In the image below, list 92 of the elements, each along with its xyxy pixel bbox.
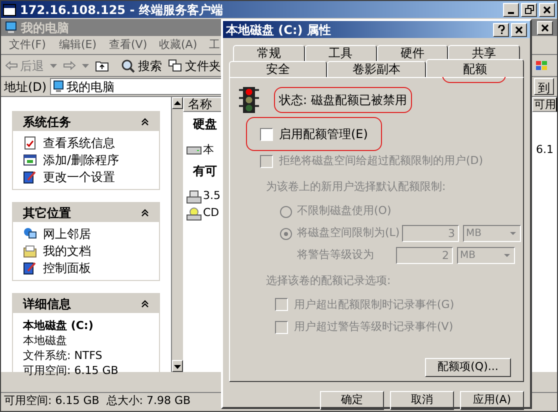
forward-arrow-icon [63, 61, 76, 70]
collapse-chevron-icon [141, 300, 149, 308]
computer-network-icon [23, 227, 37, 241]
task-link[interactable]: 更改一个设置 [23, 170, 149, 184]
task-link[interactable]: 控制面板 [23, 261, 149, 275]
drive-name[interactable]: CD [203, 205, 220, 222]
tab[interactable]: 硬件 [376, 45, 448, 61]
folders-icon [168, 59, 182, 72]
panel-header[interactable]: 详细信息 [13, 294, 159, 313]
drive-name[interactable]: 3.5 [203, 188, 220, 205]
details-type: 本地磁盘 [23, 333, 68, 348]
task-link[interactable]: 添加/删除程序 [23, 153, 149, 167]
column-header[interactable]: 可用 [532, 97, 557, 112]
details-line: 可用空间: 6.15 GB [23, 363, 120, 378]
free-space: 6.1 [536, 142, 554, 158]
task-link[interactable]: 我的文档 [23, 244, 149, 258]
window-title: 我的电脑 [21, 20, 69, 36]
restore-icon [524, 5, 534, 14]
go-button[interactable]: 到 [534, 78, 554, 95]
close-button[interactable] [511, 22, 527, 36]
dialog-button[interactable]: 取消 [390, 391, 454, 410]
scroll-down-button[interactable] [172, 360, 183, 372]
cd-drive-icon [186, 206, 202, 220]
tab[interactable]: 配额 [426, 59, 524, 77]
section-label: 为该卷上的新用户选择默认配额限制: [266, 178, 447, 194]
back-arrow-icon [5, 61, 18, 70]
folders-button[interactable]: 文件夹 [168, 56, 221, 74]
quota-status: 状态: 磁盘配额已被禁用 [279, 92, 407, 107]
details-line: 文件系统: NTFS [23, 348, 104, 363]
details-name: 本地磁盘 (C:) [23, 318, 94, 333]
close-button[interactable] [537, 20, 553, 34]
windows-logo-icon [535, 60, 549, 72]
radio-button[interactable] [280, 206, 292, 218]
address-label: 地址(D) [4, 78, 47, 96]
close-icon [515, 26, 523, 34]
group-heading: 有可 [193, 164, 217, 178]
menu-item[interactable]: 查看(V) [109, 38, 148, 51]
checkbox[interactable] [275, 320, 288, 334]
dialog-button[interactable]: 应用(A) [460, 391, 524, 410]
dropdown-arrow-icon [82, 62, 89, 69]
drive-name[interactable]: 本 [203, 142, 214, 158]
checkbox[interactable] [260, 128, 273, 140]
task-link[interactable]: 网上邻居 [23, 227, 149, 241]
drive-icon [186, 144, 202, 156]
dialog-title: 本地磁盘 (C:) 属性 [226, 22, 331, 38]
scrollbar[interactable] [171, 97, 183, 372]
tab[interactable]: 常规 [233, 45, 305, 61]
traffic-light-icon [238, 86, 260, 114]
program-window-icon [23, 153, 37, 167]
folder-up-icon[interactable] [95, 60, 109, 72]
checkbox-label[interactable]: 启用配额管理(E) [279, 125, 368, 143]
minimize-icon [508, 12, 514, 14]
section-label: 选择该卷的配额记录选项: [266, 273, 392, 289]
help-button[interactable] [493, 22, 509, 36]
menu-item[interactable]: 编辑(E) [59, 38, 97, 51]
close-button[interactable] [539, 2, 555, 16]
radio-button[interactable] [280, 228, 292, 240]
help-icon [498, 25, 504, 34]
restore-button[interactable] [521, 2, 537, 16]
checkbox[interactable] [275, 298, 288, 312]
group-heading: 硬盘 [193, 117, 217, 131]
up-arrow-icon [174, 100, 181, 106]
collapse-chevron-icon [141, 208, 149, 216]
close-icon [541, 24, 549, 32]
task-link[interactable]: 查看系统信息 [23, 136, 149, 150]
dialog-button[interactable]: 确定 [320, 391, 384, 410]
pen-document-icon [23, 261, 37, 275]
floppy-drive-icon [186, 190, 202, 204]
minimize-button[interactable] [503, 2, 519, 16]
window-title: 172.16.108.125 - 终端服务客户端 [20, 2, 223, 18]
pen-document-icon [23, 170, 37, 184]
quota-entries-button[interactable]: 配额项(Q)... [425, 358, 511, 376]
tab[interactable]: 工具 [304, 45, 376, 61]
collapse-chevron-icon [141, 118, 149, 126]
dropdown-arrow-icon [50, 62, 57, 69]
computer-icon [5, 21, 17, 34]
search-button[interactable]: 搜索 [121, 56, 162, 74]
menu-item[interactable]: 工 [209, 38, 220, 51]
folder-icon [23, 244, 37, 258]
down-arrow-icon [174, 362, 181, 370]
scroll-up-button[interactable] [172, 97, 183, 109]
panel-header[interactable]: 其它位置 [13, 203, 159, 222]
panel-header[interactable]: 系统任务 [13, 112, 159, 131]
search-icon [121, 58, 135, 72]
document-icon [23, 136, 37, 150]
tab[interactable]: 安全 [229, 61, 328, 77]
menu-item[interactable]: 收藏(A) [159, 38, 198, 51]
menu-item[interactable]: 文件(F) [9, 38, 46, 51]
close-icon [543, 6, 551, 14]
tab[interactable]: 卷影副本 [327, 61, 426, 77]
window-icon [3, 4, 16, 16]
warning-label: 将警告等级设为 [296, 247, 375, 264]
